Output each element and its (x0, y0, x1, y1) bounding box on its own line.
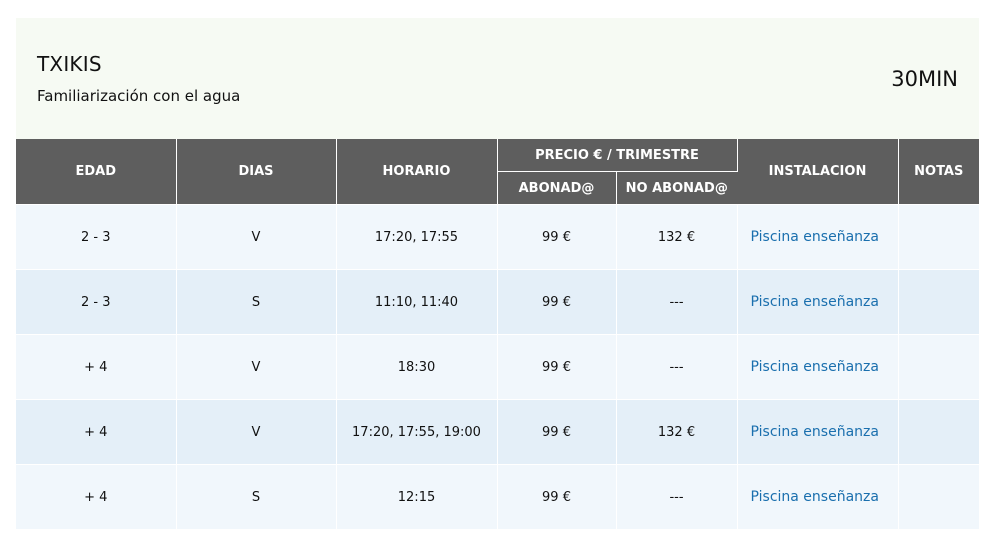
schedule-table: EDAD DIAS HORARIO PRECIO € / TRIMESTRE I… (16, 139, 979, 530)
cell-dias: S (176, 464, 337, 530)
cell-notas (898, 464, 979, 530)
cell-horario: 11:10, 11:40 (336, 269, 498, 335)
table-row: 2 - 3 S 11:10, 11:40 99 € --- Piscina en… (16, 269, 979, 335)
instalacion-link[interactable]: Piscina enseñanza (751, 229, 879, 245)
schedule-table-body: 2 - 3 V 17:20, 17:55 99 € 132 € Piscina … (16, 204, 979, 530)
table-row: + 4 V 17:20, 17:55, 19:00 99 € 132 € Pis… (16, 399, 979, 465)
cell-no-abonado: 132 € (616, 204, 738, 270)
cell-no-abonado: 132 € (616, 399, 738, 465)
cell-edad: 2 - 3 (16, 204, 177, 270)
cell-no-abonado: --- (616, 334, 738, 400)
cell-abonado: 99 € (497, 269, 617, 335)
cell-horario: 12:15 (336, 464, 498, 530)
column-header-notas: NOTAS (898, 139, 979, 205)
cell-notas (898, 334, 979, 400)
cell-abonado: 99 € (497, 464, 617, 530)
cell-notas (898, 399, 979, 465)
instalacion-link[interactable]: Piscina enseñanza (751, 489, 879, 505)
instalacion-link[interactable]: Piscina enseñanza (751, 424, 879, 440)
cell-instalacion: Piscina enseñanza (737, 204, 899, 270)
table-row: + 4 V 18:30 99 € --- Piscina enseñanza (16, 334, 979, 400)
cell-instalacion: Piscina enseñanza (737, 464, 899, 530)
activity-header: TXIKIS Familiarización con el agua 30MIN (16, 18, 979, 139)
cell-horario: 17:20, 17:55, 19:00 (336, 399, 498, 465)
cell-abonado: 99 € (497, 334, 617, 400)
column-header-horario: HORARIO (336, 139, 498, 205)
cell-notas (898, 269, 979, 335)
column-header-edad: EDAD (16, 139, 177, 205)
cell-dias: V (176, 399, 337, 465)
cell-abonado: 99 € (497, 204, 617, 270)
activity-duration: 30MIN (891, 67, 958, 91)
column-header-instalacion: INSTALACION (737, 139, 899, 205)
cell-edad: + 4 (16, 334, 177, 400)
cell-no-abonado: --- (616, 464, 738, 530)
cell-horario: 17:20, 17:55 (336, 204, 498, 270)
cell-edad: 2 - 3 (16, 269, 177, 335)
instalacion-link[interactable]: Piscina enseñanza (751, 359, 879, 375)
cell-instalacion: Piscina enseñanza (737, 399, 899, 465)
cell-dias: V (176, 334, 337, 400)
activity-card: TXIKIS Familiarización con el agua 30MIN… (16, 18, 979, 530)
cell-abonado: 99 € (497, 399, 617, 465)
column-header-precio: PRECIO € / TRIMESTRE (497, 139, 738, 172)
column-header-dias: DIAS (176, 139, 337, 205)
column-header-no-abonado: NO ABONAD@ (616, 171, 737, 205)
table-row: + 4 S 12:15 99 € --- Piscina enseñanza (16, 464, 979, 530)
cell-dias: V (176, 204, 337, 270)
activity-subtitle: Familiarización con el agua (37, 87, 241, 105)
cell-no-abonado: --- (616, 269, 738, 335)
cell-instalacion: Piscina enseñanza (737, 334, 899, 400)
schedule-table-head: EDAD DIAS HORARIO PRECIO € / TRIMESTRE I… (16, 139, 979, 205)
cell-horario: 18:30 (336, 334, 498, 400)
cell-instalacion: Piscina enseñanza (737, 269, 899, 335)
cell-notas (898, 204, 979, 270)
cell-edad: + 4 (16, 399, 177, 465)
activity-title: TXIKIS (37, 52, 102, 76)
table-row: 2 - 3 V 17:20, 17:55 99 € 132 € Piscina … (16, 204, 979, 270)
column-header-abonado: ABONAD@ (497, 171, 617, 205)
cell-dias: S (176, 269, 337, 335)
cell-edad: + 4 (16, 464, 177, 530)
instalacion-link[interactable]: Piscina enseñanza (751, 294, 879, 310)
